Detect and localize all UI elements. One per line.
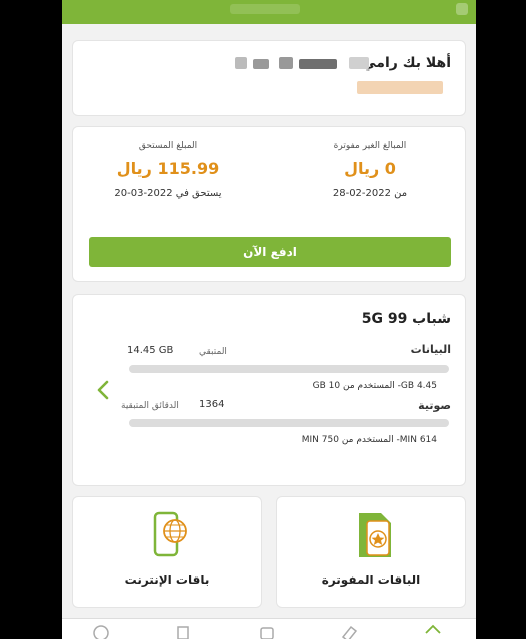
- phone-globe-icon: [153, 511, 187, 557]
- unbilled-amount-section: المبالغ الغير مفوترة 0 ريال من 2022-02-2…: [295, 141, 445, 199]
- bills-icon[interactable]: [174, 623, 192, 639]
- top-bar-title: [230, 4, 300, 14]
- internet-plans-tile[interactable]: باقات الإنترنت: [72, 496, 262, 608]
- billing-card: المبالغ الغير مفوترة 0 ريال من 2022-02-2…: [72, 126, 466, 282]
- redacted-name: [349, 57, 369, 69]
- data-remaining-value: 14.45 GB: [127, 345, 174, 356]
- home-icon[interactable]: [424, 623, 442, 639]
- voice-remaining-value: 1364: [199, 399, 225, 410]
- greeting-text: أهلا بك رامي: [362, 55, 451, 71]
- due-amount: 115.99 ريال: [116, 159, 220, 178]
- support-icon[interactable]: [92, 623, 110, 639]
- welcome-card: أهلا بك رامي: [72, 40, 466, 116]
- postpaid-plans-tile[interactable]: الباقات المفوترة: [276, 496, 466, 608]
- unbilled-label: المبالغ الغير مفوترة: [333, 141, 407, 151]
- data-section-label: البيانات: [410, 343, 451, 356]
- offers-tag-icon[interactable]: [340, 623, 358, 639]
- store-icon[interactable]: [258, 623, 276, 639]
- voice-remaining-label: الدقائق المتبقية: [121, 401, 179, 411]
- pay-now-button[interactable]: ادفع الآن: [89, 237, 451, 267]
- redacted-name: [253, 59, 269, 69]
- redacted-name: [299, 59, 337, 69]
- due-date: يستحق في 2022-03-20: [114, 188, 222, 199]
- data-usage-text: 4.45 GB- المستخدم من 10 GB: [312, 381, 437, 391]
- top-bar: [62, 0, 476, 24]
- plan-title: شباب 99 5G: [361, 311, 451, 327]
- internet-plans-label: باقات الإنترنت: [124, 573, 210, 587]
- voice-usage-bar: [129, 419, 449, 427]
- bottom-navigation: [62, 618, 476, 639]
- due-amount-section: المبلغ المستحق 115.99 ريال يستحق في 2022…: [93, 141, 243, 199]
- unbilled-date: من 2022-02-28: [332, 188, 408, 199]
- redacted-name: [235, 57, 247, 69]
- plan-card[interactable]: شباب 99 5G البيانات المتبقي 14.45 GB 4.4…: [72, 294, 466, 486]
- app-screen: أهلا بك رامي المبالغ الغير مفوترة 0 ريال…: [62, 0, 476, 639]
- unbilled-amount: 0 ريال: [344, 159, 396, 178]
- redacted-phone-number: [357, 81, 443, 94]
- data-remaining-label: المتبقي: [199, 347, 227, 357]
- voice-usage-text: 614 MIN- المستخدم من 750 MIN: [301, 435, 437, 445]
- redacted-name: [279, 57, 293, 69]
- chevron-left-icon[interactable]: [93, 379, 113, 401]
- sim-card-star-icon: [359, 513, 391, 557]
- menu-icon[interactable]: [456, 3, 468, 15]
- postpaid-plans-label: الباقات المفوترة: [321, 573, 421, 587]
- voice-section-label: صوتية: [418, 399, 451, 412]
- data-usage-bar: [129, 365, 449, 373]
- due-label: المبلغ المستحق: [138, 141, 198, 151]
